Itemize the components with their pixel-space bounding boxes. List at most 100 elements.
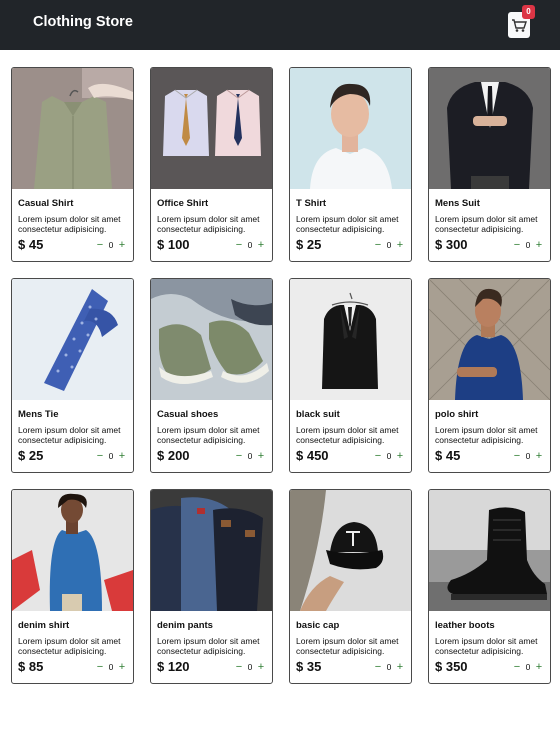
- increase-quantity-button[interactable]: +: [534, 239, 544, 251]
- decrease-quantity-button[interactable]: −: [373, 239, 383, 251]
- product-image-basic-cap: [290, 490, 411, 611]
- product-card: polo shirt Lorem ipsum dolor sit amet co…: [428, 278, 551, 473]
- product-name: basic cap: [296, 620, 340, 631]
- product-card: Office Shirt Lorem ipsum dolor sit amet …: [150, 67, 273, 262]
- product-image-mens-suit: [429, 68, 550, 189]
- increase-quantity-button[interactable]: +: [256, 239, 266, 251]
- quantity-control: − 0 +: [95, 661, 127, 673]
- product-card: denim pants Lorem ipsum dolor sit amet c…: [150, 489, 273, 684]
- product-image-office-shirt: [151, 68, 272, 189]
- product-description: Lorem ipsum dolor sit amet consectetur a…: [18, 214, 121, 234]
- product-price: $ 85: [18, 659, 44, 674]
- product-image-casual-shirt: [12, 68, 133, 189]
- quantity-value: 0: [386, 661, 392, 672]
- product-name: polo shirt: [435, 409, 479, 420]
- product-image-denim-pants: [151, 490, 272, 611]
- decrease-quantity-button[interactable]: −: [512, 239, 522, 251]
- product-description: Lorem ipsum dolor sit amet consectetur a…: [296, 214, 399, 234]
- decrease-quantity-button[interactable]: −: [234, 661, 244, 673]
- product-name: Mens Tie: [18, 409, 59, 420]
- quantity-control: − 0 +: [373, 239, 405, 251]
- decrease-quantity-button[interactable]: −: [95, 239, 105, 251]
- quantity-control: − 0 +: [512, 661, 544, 673]
- product-image-mens-tie: [12, 279, 133, 400]
- quantity-control: − 0 +: [95, 239, 127, 251]
- increase-quantity-button[interactable]: +: [256, 661, 266, 673]
- decrease-quantity-button[interactable]: −: [234, 450, 244, 462]
- product-name: denim pants: [157, 620, 213, 631]
- product-name: Office Shirt: [157, 198, 209, 209]
- product-card: Mens Suit Lorem ipsum dolor sit amet con…: [428, 67, 551, 262]
- decrease-quantity-button[interactable]: −: [373, 661, 383, 673]
- product-name: leather boots: [435, 620, 495, 631]
- quantity-control: − 0 +: [234, 450, 266, 462]
- increase-quantity-button[interactable]: +: [395, 239, 405, 251]
- quantity-control: − 0 +: [373, 450, 405, 462]
- product-image-polo-shirt: [429, 279, 550, 400]
- product-card: basic cap Lorem ipsum dolor sit amet con…: [289, 489, 412, 684]
- quantity-value: 0: [525, 661, 531, 672]
- increase-quantity-button[interactable]: +: [395, 450, 405, 462]
- product-description: Lorem ipsum dolor sit amet consectetur a…: [435, 214, 538, 234]
- product-price: $ 45: [435, 448, 461, 463]
- quantity-value: 0: [247, 239, 253, 250]
- navbar: Clothing Store 0: [0, 0, 560, 50]
- product-price: $ 100: [157, 237, 190, 252]
- product-price: $ 25: [296, 237, 322, 252]
- decrease-quantity-button[interactable]: −: [512, 661, 522, 673]
- product-image-t-shirt: [290, 68, 411, 189]
- decrease-quantity-button[interactable]: −: [95, 450, 105, 462]
- product-price: $ 120: [157, 659, 190, 674]
- quantity-value: 0: [247, 450, 253, 461]
- product-card: black suit Lorem ipsum dolor sit amet co…: [289, 278, 412, 473]
- product-name: Casual shoes: [157, 409, 219, 420]
- product-description: Lorem ipsum dolor sit amet consectetur a…: [157, 214, 260, 234]
- decrease-quantity-button[interactable]: −: [373, 450, 383, 462]
- cart-button[interactable]: 0: [508, 5, 535, 38]
- product-card: T Shirt Lorem ipsum dolor sit amet conse…: [289, 67, 412, 262]
- quantity-control: − 0 +: [234, 239, 266, 251]
- increase-quantity-button[interactable]: +: [395, 661, 405, 673]
- product-price: $ 25: [18, 448, 44, 463]
- product-image-black-suit: [290, 279, 411, 400]
- product-image-casual-shoes: [151, 279, 272, 400]
- product-description: Lorem ipsum dolor sit amet consectetur a…: [18, 425, 121, 445]
- product-description: Lorem ipsum dolor sit amet consectetur a…: [435, 636, 538, 656]
- product-name: Casual Shirt: [18, 198, 74, 209]
- product-name: Mens Suit: [435, 198, 480, 209]
- increase-quantity-button[interactable]: +: [534, 450, 544, 462]
- quantity-control: − 0 +: [95, 450, 127, 462]
- product-name: T Shirt: [296, 198, 327, 209]
- brand-title[interactable]: Clothing Store: [33, 14, 133, 30]
- cart-icon: [512, 19, 527, 32]
- quantity-control: − 0 +: [512, 239, 544, 251]
- product-price: $ 200: [157, 448, 190, 463]
- product-description: Lorem ipsum dolor sit amet consectetur a…: [157, 636, 260, 656]
- quantity-control: − 0 +: [373, 661, 405, 673]
- product-card: denim shirt Lorem ipsum dolor sit amet c…: [11, 489, 134, 684]
- quantity-control: − 0 +: [234, 661, 266, 673]
- product-price: $ 300: [435, 237, 468, 252]
- product-card: leather boots Lorem ipsum dolor sit amet…: [428, 489, 551, 684]
- increase-quantity-button[interactable]: +: [117, 661, 127, 673]
- product-image-denim-shirt: [12, 490, 133, 611]
- increase-quantity-button[interactable]: +: [117, 239, 127, 251]
- product-description: Lorem ipsum dolor sit amet consectetur a…: [157, 425, 260, 445]
- product-price: $ 350: [435, 659, 468, 674]
- product-name: black suit: [296, 409, 340, 420]
- decrease-quantity-button[interactable]: −: [95, 661, 105, 673]
- increase-quantity-button[interactable]: +: [534, 661, 544, 673]
- quantity-value: 0: [108, 661, 114, 672]
- increase-quantity-button[interactable]: +: [256, 450, 266, 462]
- product-card: Casual Shirt Lorem ipsum dolor sit amet …: [11, 67, 134, 262]
- quantity-control: − 0 +: [512, 450, 544, 462]
- product-description: Lorem ipsum dolor sit amet consectetur a…: [18, 636, 121, 656]
- product-grid: Casual Shirt Lorem ipsum dolor sit amet …: [11, 67, 551, 684]
- product-description: Lorem ipsum dolor sit amet consectetur a…: [296, 636, 399, 656]
- cart-count-badge: 0: [522, 5, 535, 19]
- increase-quantity-button[interactable]: +: [117, 450, 127, 462]
- decrease-quantity-button[interactable]: −: [234, 239, 244, 251]
- quantity-value: 0: [108, 450, 114, 461]
- decrease-quantity-button[interactable]: −: [512, 450, 522, 462]
- product-price: $ 35: [296, 659, 322, 674]
